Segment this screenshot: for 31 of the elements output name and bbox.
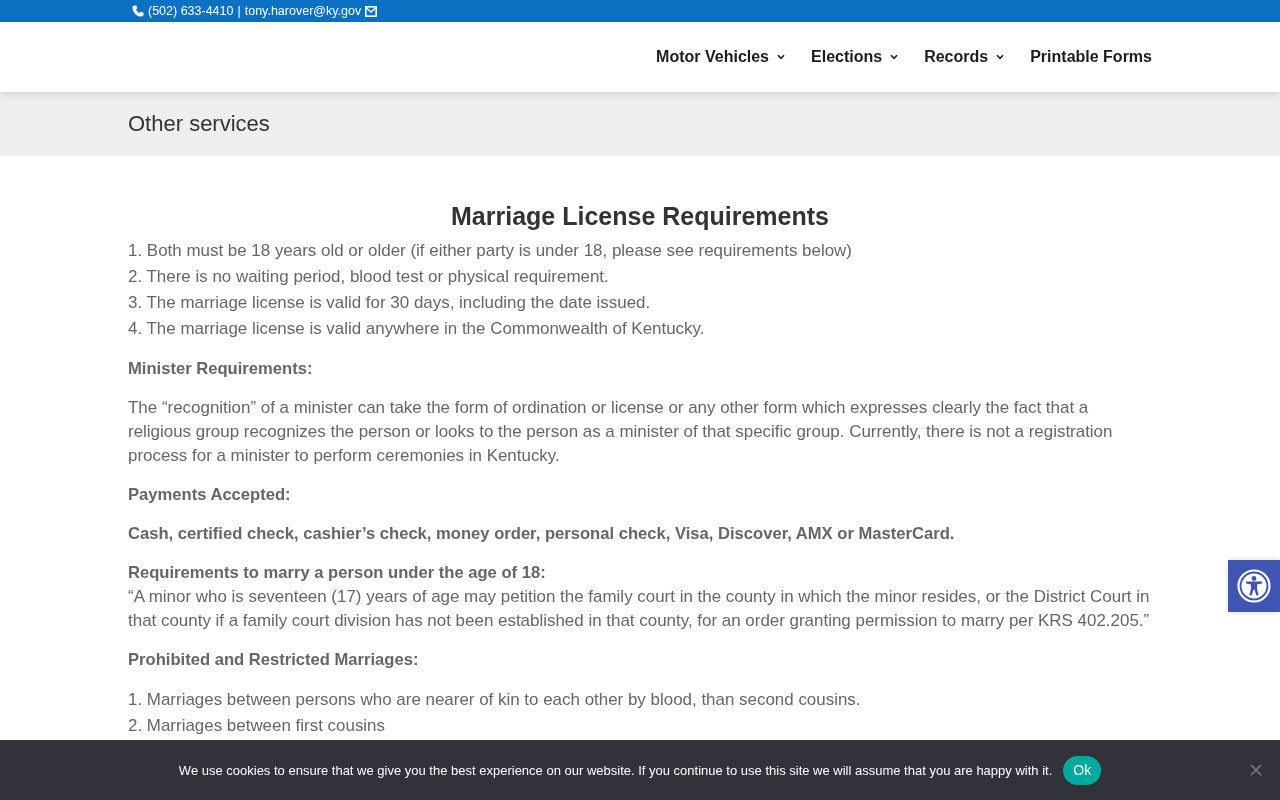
chevron-down-icon xyxy=(996,54,1005,60)
paragraph: “A minor who is seventeen (17) years of age may petition the family court in the county in which the minor resides, or the District Court in that county if a family court division has not been established in that county, for an order granting permission to marry per KRS 402.205.” xyxy=(128,586,1151,632)
article-heading: Marriage License Requirements xyxy=(450,201,830,232)
paragraph: The “recognition” of a minister can take the form of ordination or license or any other form which expresses clearly the fact that a religious group recognizes the person or looks to the person as a minister of that specific group. Currently, there is not a registration process for a minister to perform ceremonies in Kentucky. xyxy=(128,397,1114,467)
envelope-icon xyxy=(365,5,378,17)
list-item: 1. Both must be 18 years old or older (if either party is under 18, please see requirements below) xyxy=(128,240,853,262)
nav-link[interactable]: Motor Vehicles xyxy=(656,47,785,67)
nav-link[interactable]: Printable Forms xyxy=(1030,47,1152,67)
chevron-down-icon xyxy=(777,54,785,60)
cookie-message: We use cookies to ensure that we give you the best experience on our website. If you continue to use this site we will assume that you are happy with it. xyxy=(178,761,1053,779)
nav-link[interactable]: Elections xyxy=(811,47,899,67)
chevron-down-icon xyxy=(890,54,899,60)
phone-icon xyxy=(132,5,144,17)
nav-link[interactable]: Records xyxy=(924,47,1005,67)
list-item: 2. There is no waiting period, blood test or physical requirement. xyxy=(128,266,610,288)
list-item: 1. Marriages between persons who are nearer of kin to each other by blood, than second cousins. xyxy=(128,689,862,711)
page-title: Other services xyxy=(128,110,270,138)
phone-number[interactable]: (502) 633-4410 xyxy=(148,3,234,19)
accessibility-button[interactable] xyxy=(1228,560,1280,612)
separator: | xyxy=(237,3,241,19)
accessibility-icon xyxy=(1237,569,1271,603)
bold-text: Prohibited and Restricted Marriages: xyxy=(128,649,420,671)
close-icon[interactable] xyxy=(1250,764,1262,776)
list-item: 4. The marriage license is valid anywhere in the Commonwealth of Kentucky. xyxy=(128,318,706,340)
list-item: 2. Marriages between first cousins xyxy=(128,715,386,737)
bold-text: Requirements to marry a person under the age of 18: xyxy=(128,562,547,584)
bold-text: Payments Accepted: xyxy=(128,484,292,506)
bold-text: Cash, certified check, cashier’s check, money order, personal check, Visa, Discover, AMX or MasterCard. xyxy=(128,523,956,545)
email-link[interactable]: tony.harover@ky.gov xyxy=(244,3,362,19)
bold-text: Minister Requirements: xyxy=(128,358,314,380)
list-item: 3. The marriage license is valid for 30 days, including the date issued. xyxy=(128,292,652,314)
